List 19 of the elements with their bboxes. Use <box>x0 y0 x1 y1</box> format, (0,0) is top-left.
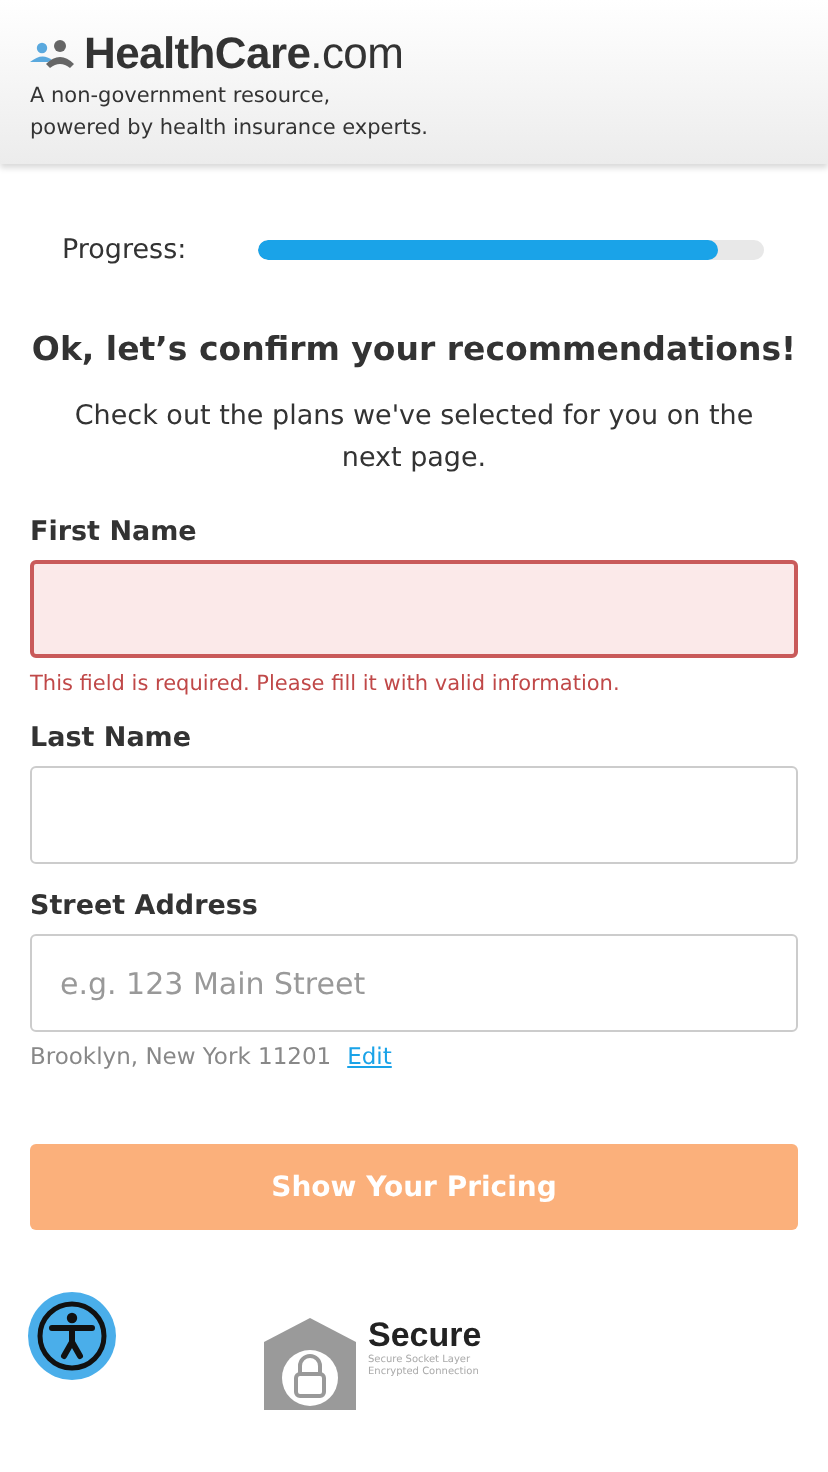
input-field[interactable]: e.g. 123 Main Street <box>30 934 798 1032</box>
input-field[interactable] <box>30 766 798 864</box>
accessibility-icon[interactable] <box>26 1290 118 1382</box>
location-text: Brooklyn, New York 11201 <box>30 1042 332 1070</box>
tagline: powered by health insurance experts. <box>30 114 431 144</box>
progress-label: Progress: <box>62 234 189 266</box>
error-message: This field is required. Please fill it with valid information. <box>30 672 622 696</box>
logo-text[interactable]: HealthCare.com <box>84 28 404 80</box>
field-label: First Name <box>30 516 199 548</box>
input-field[interactable] <box>30 560 798 658</box>
subheading: Check out the plans we've selected for you on the next page. <box>72 398 756 478</box>
tagline: A non-government resource, <box>30 82 333 112</box>
page-heading: Ok, let’s confirm your recommendations! <box>29 330 799 368</box>
field-label: Street Address <box>30 890 260 922</box>
padlock-shield-icon <box>260 1318 360 1410</box>
secure-title: Secure <box>368 1318 482 1354</box>
people-icon <box>30 38 78 70</box>
edit-link[interactable]: Edit <box>347 1042 392 1070</box>
field-label: Last Name <box>30 722 194 754</box>
